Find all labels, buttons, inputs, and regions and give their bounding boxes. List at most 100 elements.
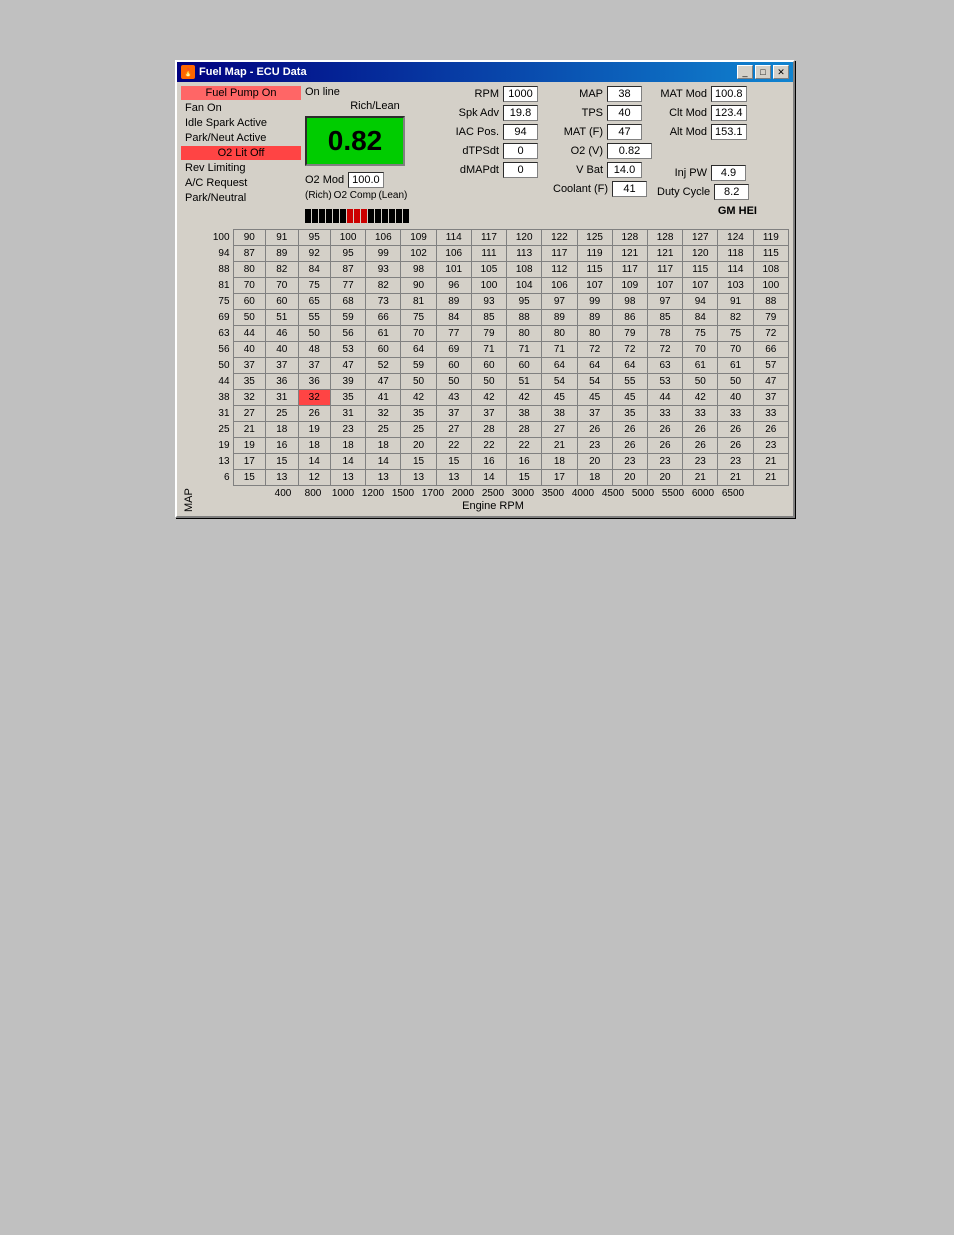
table-cell[interactable]: 15: [507, 470, 542, 486]
table-cell[interactable]: 69: [436, 342, 471, 358]
table-cell[interactable]: 115: [683, 262, 718, 278]
table-cell[interactable]: 80: [507, 326, 542, 342]
table-cell[interactable]: 47: [330, 358, 365, 374]
table-cell[interactable]: 61: [683, 358, 718, 374]
table-cell[interactable]: 39: [330, 374, 365, 390]
table-cell[interactable]: 64: [612, 358, 647, 374]
table-cell[interactable]: 23: [330, 422, 365, 438]
table-cell[interactable]: 32: [233, 390, 265, 406]
table-cell[interactable]: 18: [266, 422, 298, 438]
table-cell[interactable]: 91: [718, 294, 753, 310]
table-cell[interactable]: 107: [683, 278, 718, 294]
table-cell[interactable]: 23: [647, 454, 682, 470]
table-cell[interactable]: 21: [753, 454, 788, 470]
table-cell[interactable]: 71: [471, 342, 506, 358]
table-cell[interactable]: 82: [366, 278, 401, 294]
table-cell[interactable]: 42: [683, 390, 718, 406]
table-cell[interactable]: 95: [507, 294, 542, 310]
table-cell[interactable]: 84: [683, 310, 718, 326]
table-cell[interactable]: 119: [577, 246, 612, 262]
table-cell[interactable]: 26: [718, 422, 753, 438]
table-cell[interactable]: 20: [647, 470, 682, 486]
table-cell[interactable]: 114: [436, 230, 471, 246]
table-cell[interactable]: 108: [507, 262, 542, 278]
table-cell[interactable]: 22: [507, 438, 542, 454]
table-cell[interactable]: 23: [683, 454, 718, 470]
table-cell[interactable]: 84: [298, 262, 330, 278]
table-cell[interactable]: 94: [683, 294, 718, 310]
table-cell[interactable]: 112: [542, 262, 577, 278]
table-cell[interactable]: 13: [366, 470, 401, 486]
table-cell[interactable]: 89: [266, 246, 298, 262]
table-cell[interactable]: 64: [401, 342, 436, 358]
table-cell[interactable]: 25: [366, 422, 401, 438]
table-cell[interactable]: 28: [471, 422, 506, 438]
table-cell[interactable]: 117: [471, 230, 506, 246]
table-cell[interactable]: 75: [683, 326, 718, 342]
table-cell[interactable]: 56: [330, 326, 365, 342]
table-cell[interactable]: 14: [471, 470, 506, 486]
table-cell[interactable]: 65: [298, 294, 330, 310]
table-cell[interactable]: 59: [401, 358, 436, 374]
table-cell[interactable]: 42: [507, 390, 542, 406]
table-cell[interactable]: 45: [577, 390, 612, 406]
table-cell[interactable]: 14: [366, 454, 401, 470]
table-cell[interactable]: 100: [330, 230, 365, 246]
table-cell[interactable]: 124: [718, 230, 753, 246]
close-button[interactable]: ✕: [773, 65, 789, 79]
table-cell[interactable]: 26: [683, 438, 718, 454]
table-cell[interactable]: 106: [436, 246, 471, 262]
table-cell[interactable]: 79: [612, 326, 647, 342]
table-cell[interactable]: 120: [507, 230, 542, 246]
table-cell[interactable]: 121: [612, 246, 647, 262]
table-cell[interactable]: 45: [542, 390, 577, 406]
table-cell[interactable]: 52: [366, 358, 401, 374]
table-cell[interactable]: 37: [436, 406, 471, 422]
table-cell[interactable]: 109: [612, 278, 647, 294]
table-cell[interactable]: 61: [718, 358, 753, 374]
table-cell[interactable]: 54: [542, 374, 577, 390]
table-cell[interactable]: 79: [753, 310, 788, 326]
table-cell[interactable]: 38: [507, 406, 542, 422]
table-cell[interactable]: 105: [471, 262, 506, 278]
table-cell[interactable]: 18: [542, 454, 577, 470]
table-cell[interactable]: 128: [647, 230, 682, 246]
table-cell[interactable]: 72: [577, 342, 612, 358]
table-cell[interactable]: 12: [298, 470, 330, 486]
table-cell[interactable]: 14: [298, 454, 330, 470]
table-cell[interactable]: 101: [436, 262, 471, 278]
table-cell[interactable]: 36: [298, 374, 330, 390]
table-cell[interactable]: 33: [753, 406, 788, 422]
table-cell[interactable]: 117: [647, 262, 682, 278]
table-cell[interactable]: 119: [753, 230, 788, 246]
table-cell[interactable]: 55: [298, 310, 330, 326]
table-cell[interactable]: 109: [401, 230, 436, 246]
table-cell[interactable]: 27: [233, 406, 265, 422]
table-cell[interactable]: 22: [436, 438, 471, 454]
table-cell[interactable]: 33: [647, 406, 682, 422]
table-cell[interactable]: 27: [436, 422, 471, 438]
table-cell[interactable]: 82: [718, 310, 753, 326]
table-cell[interactable]: 100: [753, 278, 788, 294]
table-cell[interactable]: 37: [753, 390, 788, 406]
table-cell[interactable]: 93: [471, 294, 506, 310]
table-cell[interactable]: 84: [436, 310, 471, 326]
table-cell[interactable]: 73: [366, 294, 401, 310]
maximize-button[interactable]: □: [755, 65, 771, 79]
table-cell[interactable]: 115: [753, 246, 788, 262]
table-cell[interactable]: 13: [330, 470, 365, 486]
table-cell[interactable]: 51: [266, 310, 298, 326]
table-cell[interactable]: 17: [542, 470, 577, 486]
table-cell[interactable]: 111: [471, 246, 506, 262]
table-cell[interactable]: 80: [233, 262, 265, 278]
table-cell[interactable]: 50: [436, 374, 471, 390]
table-cell[interactable]: 75: [718, 326, 753, 342]
table-cell[interactable]: 22: [471, 438, 506, 454]
table-cell[interactable]: 90: [401, 278, 436, 294]
table-cell[interactable]: 86: [612, 310, 647, 326]
table-cell[interactable]: 71: [507, 342, 542, 358]
table-cell[interactable]: 21: [233, 422, 265, 438]
table-cell[interactable]: 113: [507, 246, 542, 262]
table-cell[interactable]: 70: [233, 278, 265, 294]
table-cell[interactable]: 44: [647, 390, 682, 406]
